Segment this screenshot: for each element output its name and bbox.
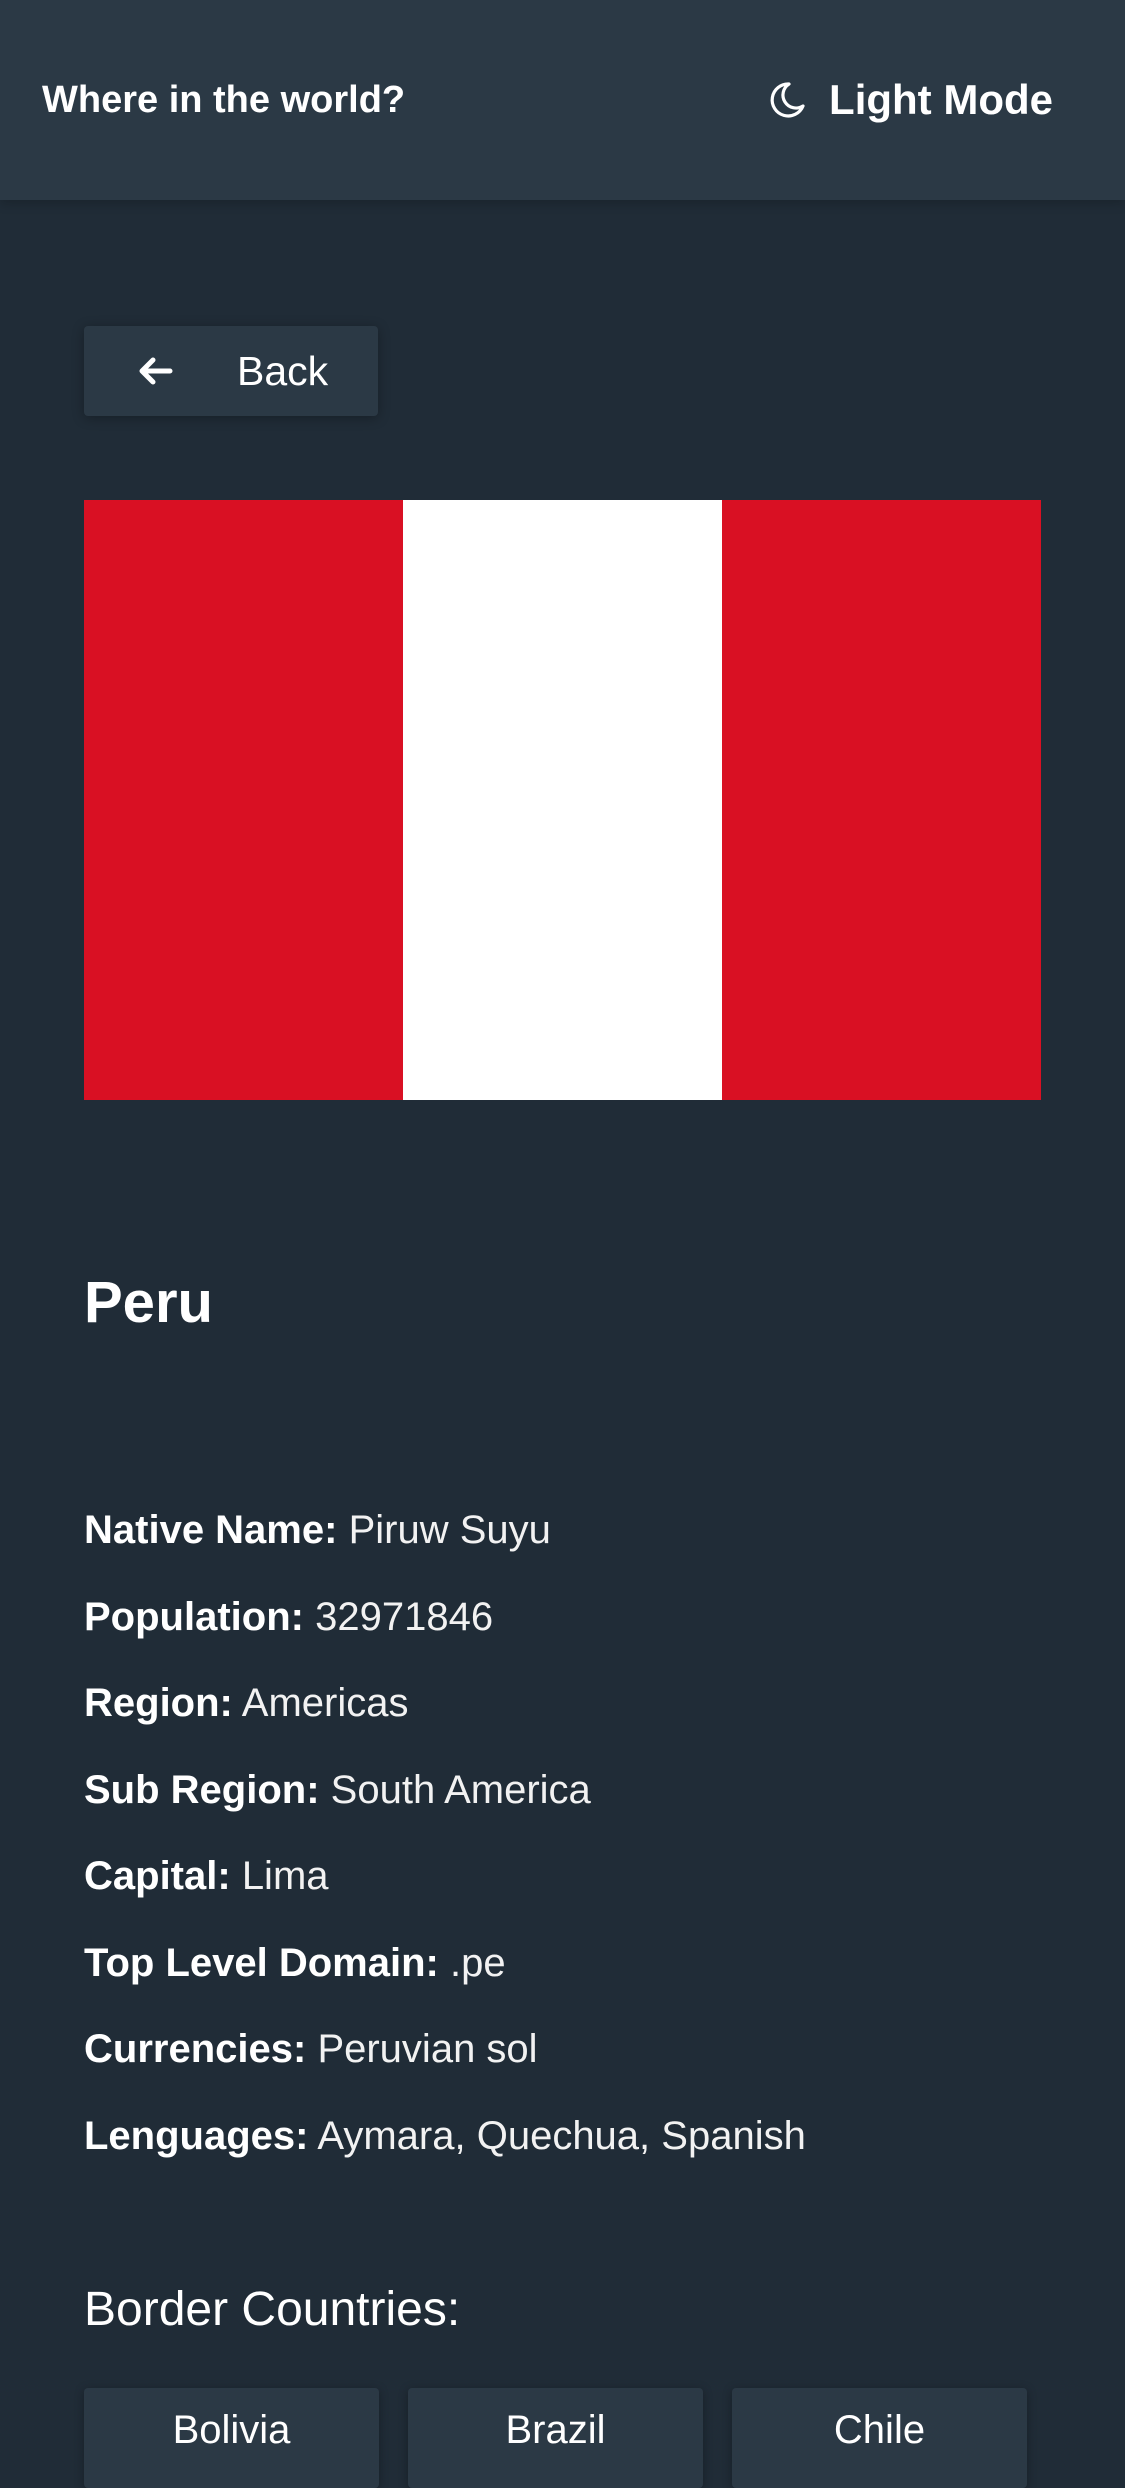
- border-country-button[interactable]: Bolivia: [84, 2388, 379, 2488]
- moon-icon: [770, 82, 805, 118]
- back-button[interactable]: Back: [84, 326, 378, 416]
- border-countries-title: Border Countries:: [84, 2283, 461, 2336]
- detail-value: Americas: [241, 1681, 409, 1725]
- country-name: Peru: [84, 1270, 213, 1335]
- flag-stripe-center: [403, 500, 722, 1100]
- detail-population: Population: 32971846: [84, 1587, 1044, 1674]
- detail-native-name: Native Name: Piruw Suyu: [84, 1500, 1044, 1587]
- border-countries-list: Bolivia Brazil Chile: [84, 2388, 1027, 2488]
- border-country-button[interactable]: Chile: [732, 2388, 1027, 2488]
- detail-label: Currencies:: [84, 2027, 307, 2071]
- detail-capital: Capital: Lima: [84, 1846, 1044, 1933]
- detail-top-level-domain: Top Level Domain: .pe: [84, 1933, 1044, 2020]
- detail-label: Population:: [84, 1594, 304, 1639]
- detail-label: Native Name:: [84, 1508, 338, 1552]
- detail-label: Sub Region:: [84, 1767, 320, 1812]
- detail-label: Region:: [84, 1681, 233, 1725]
- detail-value: 32971846: [315, 1594, 494, 1639]
- detail-label: Lenguages:: [84, 2113, 309, 2158]
- country-details: Native Name: Piruw Suyu Population: 3297…: [84, 1500, 1044, 2192]
- app-header: Where in the world? Light Mode: [0, 0, 1125, 200]
- flag-stripe-left: [84, 500, 403, 1100]
- detail-label: Top Level Domain:: [84, 1940, 439, 1985]
- theme-toggle-label: Light Mode: [829, 76, 1053, 123]
- flag-stripe-right: [722, 500, 1041, 1100]
- country-flag: [84, 500, 1041, 1100]
- detail-currencies: Currencies: Peruvian sol: [84, 2019, 1044, 2106]
- theme-toggle-button[interactable]: Light Mode: [767, 72, 1053, 128]
- site-title: Where in the world?: [42, 79, 406, 121]
- detail-sub-region: Sub Region: South America: [84, 1760, 1044, 1847]
- back-label: Back: [237, 348, 329, 394]
- detail-value: Piruw Suyu: [348, 1508, 551, 1552]
- detail-label: Capital:: [84, 1854, 231, 1898]
- detail-value: South America: [330, 1767, 591, 1812]
- detail-languages: Lenguages: Aymara, Quechua, Spanish: [84, 2106, 1044, 2193]
- detail-value: Peruvian sol: [317, 2027, 538, 2071]
- border-country-button[interactable]: Brazil: [408, 2388, 703, 2488]
- detail-value: Aymara, Quechua, Spanish: [317, 2113, 806, 2158]
- detail-value: .pe: [449, 1940, 506, 1985]
- detail-region: Region: Americas: [84, 1673, 1044, 1760]
- detail-value: Lima: [241, 1854, 329, 1898]
- arrow-left-icon: [139, 357, 173, 385]
